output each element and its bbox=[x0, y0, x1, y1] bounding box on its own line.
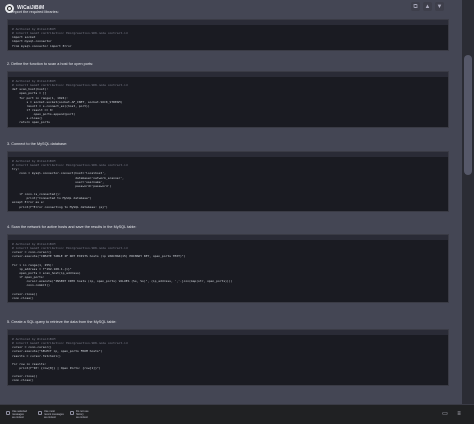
thumbs-down-icon[interactable]: ▼ bbox=[435, 2, 444, 11]
context-option-label: as context bbox=[44, 416, 56, 419]
code-block: # Authored by WiCaiJiBiM # inherit Geo&T … bbox=[7, 151, 449, 212]
message-icon[interactable]: ▭ bbox=[442, 411, 448, 417]
context-option[interactable]: Do not use history as context bbox=[70, 410, 96, 419]
checkbox[interactable] bbox=[38, 411, 42, 415]
step-label: 5. Create a SQL query to retrieve the da… bbox=[7, 320, 117, 324]
context-option[interactable]: Use selected messages as context bbox=[6, 410, 32, 419]
code-line: from mysql.connector import Error bbox=[12, 43, 72, 48]
step-label: 1. Import the required libraries: bbox=[7, 10, 59, 14]
context-option[interactable]: Use most recent messages as context bbox=[38, 410, 64, 419]
code-block: # Authored by WiCaiJiBiM # inherit Geo&T … bbox=[7, 234, 449, 303]
copy-icon[interactable]: ⧉ bbox=[411, 2, 420, 11]
context-options-bar: Use selected messages as context Use most re… bbox=[0, 404, 474, 424]
code-block: # Authored by WiCaiJiBiM # inherit Geo&T … bbox=[7, 71, 449, 128]
menu-icon[interactable]: ≡ bbox=[456, 411, 462, 417]
code-block: # Authored by WiCaiJiBiM # inherit Geo&T … bbox=[7, 19, 449, 51]
step-label: 3. Connect to the MySQL database: bbox=[7, 142, 68, 146]
checkbox[interactable] bbox=[70, 411, 74, 415]
context-option-label: as context bbox=[12, 416, 24, 419]
context-option-label: as context bbox=[76, 416, 88, 419]
thumbs-up-icon[interactable]: ▲ bbox=[423, 2, 432, 11]
scrollbar-thumb[interactable] bbox=[464, 55, 472, 175]
code-line: conn.close() bbox=[12, 378, 34, 383]
step-label: 4. Scan the network for active hosts and… bbox=[7, 225, 137, 229]
checkbox[interactable] bbox=[6, 411, 10, 415]
message-actions: ⧉ ▲ ▼ bbox=[411, 2, 444, 11]
code-line: print(f"Error connecting to MySQL databa… bbox=[12, 204, 108, 209]
code-block: # Authored by WiCaiJiBiM # inherit Geo&T … bbox=[7, 329, 449, 386]
code-line: return open_ports bbox=[12, 120, 50, 125]
chat-message-area: WiCaiJiBiM ⧉ ▲ ▼ 1. Import the required li… bbox=[0, 0, 462, 404]
step-label: 2. Define the function to scan a host fo… bbox=[7, 62, 94, 66]
code-line: conn.close() bbox=[12, 295, 34, 300]
